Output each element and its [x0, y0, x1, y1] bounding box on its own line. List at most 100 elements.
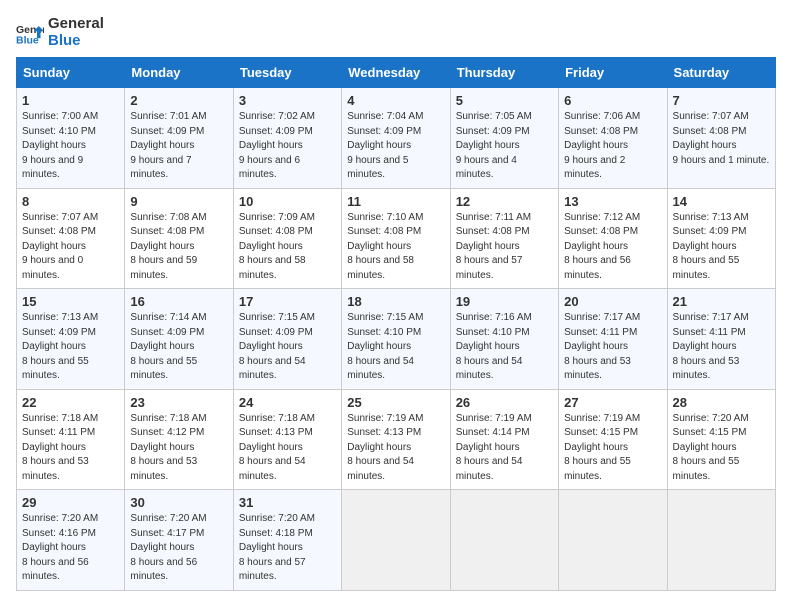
- day-number: 11: [347, 194, 444, 209]
- day-number: 26: [456, 395, 553, 410]
- day-number: 19: [456, 294, 553, 309]
- day-info: Sunrise: 7:01 AMSunset: 4:09 PMDaylight …: [130, 111, 206, 180]
- day-number: 28: [673, 395, 770, 410]
- day-number: 24: [239, 395, 336, 410]
- day-info: Sunrise: 7:19 AMSunset: 4:14 PMDaylight …: [456, 413, 532, 482]
- day-info: Sunrise: 7:13 AMSunset: 4:09 PMDaylight …: [673, 212, 749, 281]
- calendar-cell: 31 Sunrise: 7:20 AMSunset: 4:18 PMDayligh…: [233, 490, 341, 591]
- calendar-cell: 18Sunrise: 7:15 AMSunset: 4:10 PMDayligh…: [342, 289, 450, 390]
- weekday-tuesday: Tuesday: [233, 58, 341, 88]
- calendar-cell: [450, 490, 558, 591]
- day-info: Sunrise: 7:20 AMSunset: 4:16 PMDaylight …: [22, 513, 98, 582]
- day-number: 6: [564, 93, 661, 108]
- day-number: 7: [673, 93, 770, 108]
- day-info: Sunrise: 7:17 AMSunset: 4:11 PMDaylight …: [673, 312, 749, 381]
- day-number: 27: [564, 395, 661, 410]
- calendar-cell: 26 Sunrise: 7:19 AMSunset: 4:14 PMDayligh…: [450, 389, 558, 490]
- calendar-cell: 20Sunrise: 7:17 AMSunset: 4:11 PMDayligh…: [559, 289, 667, 390]
- calendar-cell: 22 Sunrise: 7:18 AMSunset: 4:11 PMDayligh…: [17, 389, 125, 490]
- calendar-cell: [342, 490, 450, 591]
- calendar-cell: 12Sunrise: 7:11 AMSunset: 4:08 PMDayligh…: [450, 188, 558, 289]
- calendar-cell: 5 Sunrise: 7:05 AMSunset: 4:09 PMDaylight…: [450, 88, 558, 189]
- calendar-cell: 11Sunrise: 7:10 AMSunset: 4:08 PMDayligh…: [342, 188, 450, 289]
- calendar-cell: 23Sunrise: 7:18 AMSunset: 4:12 PMDayligh…: [125, 389, 233, 490]
- weekday-thursday: Thursday: [450, 58, 558, 88]
- day-info: Sunrise: 7:06 AMSunset: 4:08 PMDaylight …: [564, 111, 640, 180]
- weekday-saturday: Saturday: [667, 58, 775, 88]
- day-info: Sunrise: 7:14 AMSunset: 4:09 PMDaylight …: [130, 312, 206, 381]
- calendar-cell: 27 Sunrise: 7:19 AMSunset: 4:15 PMDayligh…: [559, 389, 667, 490]
- calendar-cell: 7Sunrise: 7:07 AMSunset: 4:08 PMDaylight…: [667, 88, 775, 189]
- day-info: Sunrise: 7:08 AMSunset: 4:08 PMDaylight …: [130, 212, 206, 281]
- weekday-wednesday: Wednesday: [342, 58, 450, 88]
- logo: General Blue General Blue: [16, 16, 104, 49]
- calendar-cell: 17 Sunrise: 7:15 AMSunset: 4:09 PMDayligh…: [233, 289, 341, 390]
- calendar-cell: 13Sunrise: 7:12 AMSunset: 4:08 PMDayligh…: [559, 188, 667, 289]
- day-number: 23: [130, 395, 227, 410]
- day-number: 5: [456, 93, 553, 108]
- day-info: Sunrise: 7:20 AMSunset: 4:17 PMDaylight …: [130, 513, 206, 582]
- calendar-cell: 1Sunrise: 7:00 AMSunset: 4:10 PMDaylight…: [17, 88, 125, 189]
- calendar-cell: 6 Sunrise: 7:06 AMSunset: 4:08 PMDaylight…: [559, 88, 667, 189]
- calendar-cell: 21 Sunrise: 7:17 AMSunset: 4:11 PMDayligh…: [667, 289, 775, 390]
- calendar-cell: 14 Sunrise: 7:13 AMSunset: 4:09 PMDayligh…: [667, 188, 775, 289]
- day-number: 12: [456, 194, 553, 209]
- day-info: Sunrise: 7:04 AMSunset: 4:09 PMDaylight …: [347, 111, 423, 180]
- calendar-cell: 30 Sunrise: 7:20 AMSunset: 4:17 PMDayligh…: [125, 490, 233, 591]
- day-info: Sunrise: 7:13 AMSunset: 4:09 PMDaylight …: [22, 312, 98, 381]
- day-number: 1: [22, 93, 119, 108]
- calendar-cell: 8 Sunrise: 7:07 AMSunset: 4:08 PMDaylight…: [17, 188, 125, 289]
- weekday-header-row: SundayMondayTuesdayWednesdayThursdayFrid…: [17, 58, 776, 88]
- calendar-table: SundayMondayTuesdayWednesdayThursdayFrid…: [16, 57, 776, 591]
- day-number: 18: [347, 294, 444, 309]
- calendar-cell: 29 Sunrise: 7:20 AMSunset: 4:16 PMDayligh…: [17, 490, 125, 591]
- day-number: 8: [22, 194, 119, 209]
- calendar-week-1: 1Sunrise: 7:00 AMSunset: 4:10 PMDaylight…: [17, 88, 776, 189]
- weekday-friday: Friday: [559, 58, 667, 88]
- day-number: 13: [564, 194, 661, 209]
- day-number: 25: [347, 395, 444, 410]
- day-info: Sunrise: 7:07 AMSunset: 4:08 PMDaylight …: [22, 212, 98, 281]
- day-number: 31: [239, 495, 336, 510]
- day-number: 2: [130, 93, 227, 108]
- calendar-cell: 2 Sunrise: 7:01 AMSunset: 4:09 PMDaylight…: [125, 88, 233, 189]
- day-number: 16: [130, 294, 227, 309]
- day-info: Sunrise: 7:20 AMSunset: 4:15 PMDaylight …: [673, 413, 749, 482]
- day-number: 22: [22, 395, 119, 410]
- day-info: Sunrise: 7:16 AMSunset: 4:10 PMDaylight …: [456, 312, 532, 381]
- calendar-cell: 9Sunrise: 7:08 AMSunset: 4:08 PMDaylight…: [125, 188, 233, 289]
- day-info: Sunrise: 7:15 AMSunset: 4:09 PMDaylight …: [239, 312, 315, 381]
- day-number: 4: [347, 93, 444, 108]
- day-number: 3: [239, 93, 336, 108]
- calendar-cell: 25 Sunrise: 7:19 AMSunset: 4:13 PMDayligh…: [342, 389, 450, 490]
- day-info: Sunrise: 7:17 AMSunset: 4:11 PMDaylight …: [564, 312, 640, 381]
- day-info: Sunrise: 7:18 AMSunset: 4:13 PMDaylight …: [239, 413, 315, 482]
- calendar-cell: 16 Sunrise: 7:14 AMSunset: 4:09 PMDayligh…: [125, 289, 233, 390]
- day-info: Sunrise: 7:18 AMSunset: 4:11 PMDaylight …: [22, 413, 98, 482]
- logo-blue: Blue: [48, 33, 104, 50]
- day-info: Sunrise: 7:02 AMSunset: 4:09 PMDaylight …: [239, 111, 315, 180]
- day-number: 17: [239, 294, 336, 309]
- calendar-cell: 15 Sunrise: 7:13 AMSunset: 4:09 PMDayligh…: [17, 289, 125, 390]
- weekday-sunday: Sunday: [17, 58, 125, 88]
- day-number: 21: [673, 294, 770, 309]
- calendar-cell: 19 Sunrise: 7:16 AMSunset: 4:10 PMDayligh…: [450, 289, 558, 390]
- calendar-cell: 28 Sunrise: 7:20 AMSunset: 4:15 PMDayligh…: [667, 389, 775, 490]
- day-info: Sunrise: 7:05 AMSunset: 4:09 PMDaylight …: [456, 111, 532, 180]
- day-info: Sunrise: 7:20 AMSunset: 4:18 PMDaylight …: [239, 513, 315, 582]
- day-info: Sunrise: 7:19 AMSunset: 4:13 PMDaylight …: [347, 413, 423, 482]
- calendar-week-3: 15 Sunrise: 7:13 AMSunset: 4:09 PMDayligh…: [17, 289, 776, 390]
- calendar-cell: [667, 490, 775, 591]
- calendar-cell: 10Sunrise: 7:09 AMSunset: 4:08 PMDayligh…: [233, 188, 341, 289]
- logo-icon: General Blue: [16, 19, 44, 47]
- day-number: 30: [130, 495, 227, 510]
- calendar-week-4: 22 Sunrise: 7:18 AMSunset: 4:11 PMDayligh…: [17, 389, 776, 490]
- day-number: 15: [22, 294, 119, 309]
- day-info: Sunrise: 7:19 AMSunset: 4:15 PMDaylight …: [564, 413, 640, 482]
- calendar-week-2: 8 Sunrise: 7:07 AMSunset: 4:08 PMDaylight…: [17, 188, 776, 289]
- calendar-cell: [559, 490, 667, 591]
- day-number: 14: [673, 194, 770, 209]
- day-number: 10: [239, 194, 336, 209]
- logo-general: General: [48, 16, 104, 33]
- day-number: 29: [22, 495, 119, 510]
